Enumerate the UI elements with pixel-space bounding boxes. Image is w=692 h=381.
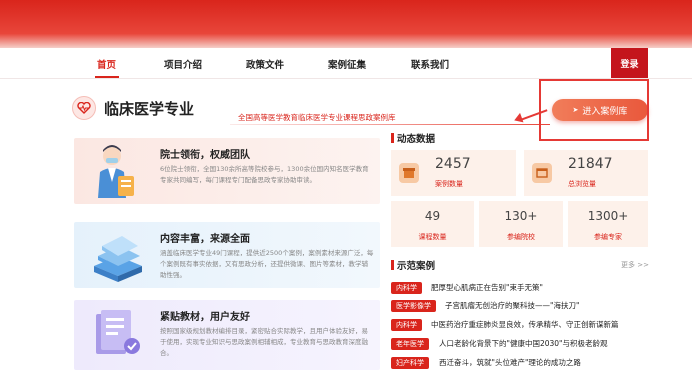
case-item[interactable]: 妇产科学 西迁奋斗，筑就"头位难产"理论的成功之路 <box>391 357 651 369</box>
browser-icon <box>532 163 552 183</box>
section-marker <box>391 260 394 270</box>
books-illustration <box>88 226 148 284</box>
case-count-value: 2457 <box>435 156 471 172</box>
nav-contact[interactable]: 联系我们 <box>411 57 449 71</box>
feature-card-authority: 院士领衔，权威团队 6位院士领衔，全国130余所高等院校参与，1300余位国内知… <box>74 138 380 204</box>
more-link[interactable]: 更多 >> <box>621 260 649 270</box>
total-views-value: 21847 <box>568 156 613 172</box>
case-tag: 内科学 <box>391 319 422 331</box>
case-title[interactable]: 肥厚型心肌病正在告别"束手无策" <box>431 282 543 294</box>
feature-description: 涵盖临床医学专业49门课程，提供近2500个案例，案例素材来源广泛，每个案例既有… <box>160 249 374 279</box>
experts-label: 参编专家 <box>594 233 622 241</box>
stat-participating-schools: 130+ 参编院校 <box>479 201 563 247</box>
case-item[interactable]: 内科学 肥厚型心肌病正在告别"束手无策" <box>391 282 651 294</box>
nav-active-indicator <box>95 76 119 78</box>
doctor-illustration <box>88 142 148 200</box>
demo-cases-heading: 示范案例 <box>397 261 436 272</box>
dynamic-data-heading: 动态数据 <box>397 134 436 145</box>
stat-participating-experts: 1300+ 参编专家 <box>568 201 648 247</box>
case-item[interactable]: 医学影像学 子宫肌瘤无创治疗的聚科技——"海扶刀" <box>391 300 651 312</box>
case-tag: 妇产科学 <box>391 357 429 369</box>
highlight-annotation <box>539 79 649 141</box>
nav-home[interactable]: 首页 <box>97 57 116 71</box>
heart-icon <box>72 96 96 120</box>
course-count-label: 课程数量 <box>418 233 447 241</box>
page-subtitle: 全国高等医学教育临床医学专业课程思政案例库 <box>238 113 396 122</box>
case-item[interactable]: 老年医学 人口老龄化背景下的"健康中国2030"与积极老龄观 <box>391 338 651 350</box>
textbook-illustration <box>88 304 148 362</box>
feature-card-textbook: 紧贴教材，用户友好 按照国家级规划教材编排目录，紧密贴合实际教学，且用户体验友好… <box>74 300 380 370</box>
case-count-label: 案例数量 <box>435 180 463 188</box>
top-banner <box>0 0 692 48</box>
feature-title: 紧贴教材，用户友好 <box>160 312 250 323</box>
stat-course-count: 49 课程数量 <box>391 201 474 247</box>
section-marker <box>391 133 394 143</box>
case-title[interactable]: 子宫肌瘤无创治疗的聚科技——"海扶刀" <box>445 300 579 312</box>
case-title[interactable]: 人口老龄化背景下的"健康中国2030"与积极老龄观 <box>439 338 608 350</box>
case-tag: 内科学 <box>391 282 422 294</box>
case-title[interactable]: 中医药治疗重症肺炎显良效，传承精华、守正创新谋新篇 <box>431 319 619 331</box>
schools-label: 参编院校 <box>507 233 535 241</box>
login-button[interactable]: 登录 <box>611 48 648 78</box>
box-icon <box>399 163 419 183</box>
page-title: 临床医学专业 <box>104 100 195 118</box>
case-tag: 医学影像学 <box>391 300 436 312</box>
nav-case-collection[interactable]: 案例征集 <box>328 57 366 71</box>
course-count-value: 49 <box>424 209 441 223</box>
nav-project-intro[interactable]: 项目介绍 <box>164 57 202 71</box>
case-title[interactable]: 西迁奋斗，筑就"头位难产"理论的成功之路 <box>439 357 581 369</box>
title-divider <box>230 124 550 125</box>
feature-description: 6位院士领衔，全国130余所高等院校参与，1300余位国内知名医学教育专家共同编… <box>160 165 369 184</box>
case-item[interactable]: 内科学 中医药治疗重症肺炎显良效，传承精华、守正创新谋新篇 <box>391 319 651 331</box>
total-views-label: 总浏览量 <box>568 180 596 188</box>
nav-policy-docs[interactable]: 政策文件 <box>246 57 284 71</box>
feature-card-content: 内容丰富，来源全面 涵盖临床医学专业49门课程，提供近2500个案例，案例素材来… <box>74 222 380 288</box>
case-tag: 老年医学 <box>391 338 429 350</box>
feature-title: 院士领衔，权威团队 <box>160 150 250 161</box>
stat-card-case-count: 2457 案例数量 <box>391 150 516 196</box>
experts-value: 1300+ <box>587 209 629 223</box>
feature-description: 按照国家级规划教材编排目录，紧密贴合实际教学，且用户体验友好，易于使用，实现专业… <box>160 327 368 357</box>
stat-card-total-views: 21847 总浏览量 <box>524 150 648 196</box>
feature-title: 内容丰富，来源全面 <box>160 234 250 245</box>
schools-value: 130+ <box>504 209 538 223</box>
